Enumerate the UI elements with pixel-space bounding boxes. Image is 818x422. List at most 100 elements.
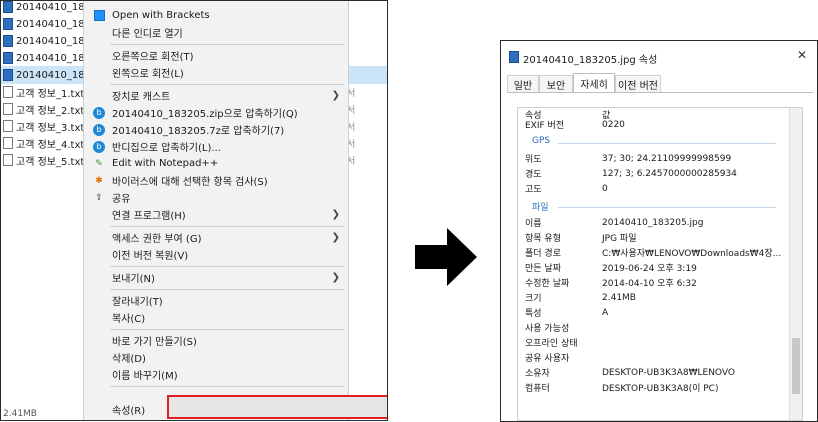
file-list-item[interactable]: 고객 정보_4.txt [1, 135, 84, 151]
scrollbar[interactable] [789, 108, 802, 420]
menu-item[interactable]: Open with Brackets [84, 7, 348, 24]
menu-item-icon-slot [93, 295, 105, 307]
menu-item[interactable]: ✱ 바이러스에 대해 선택한 항목 검사(S) [84, 172, 348, 189]
menu-item[interactable]: b 반디집으로 압축하기(L)... [84, 138, 348, 155]
menu-item[interactable]: 액세스 권한 부여 (G) ❯ [84, 229, 348, 246]
menu-item-label: 오른쪽으로 회전(T) [112, 52, 194, 63]
menu-item-label: Open with Brackets [112, 10, 210, 21]
menu-item-label: 이름 바꾸기(M) [112, 371, 178, 382]
menu-item-properties[interactable]: 속성(R) [84, 401, 348, 418]
menu-item-icon-slot [93, 335, 105, 347]
bandizip-icon: b [93, 106, 105, 119]
menu-item-icon-slot [93, 90, 105, 102]
file-name: 20140410_183 [16, 18, 91, 30]
menu-separator [110, 266, 344, 267]
property-value: 2014-04-10 오후 6:32 [602, 279, 697, 289]
menu-item[interactable]: 삭제(D) [84, 349, 348, 366]
menu-item[interactable]: 다른 인디로 열기 [84, 24, 348, 41]
brackets-icon [93, 10, 105, 21]
property-value: 37; 30; 24.21109999998599 [602, 153, 732, 164]
file-list-item[interactable]: 20140410_183 [1, 1, 91, 15]
menu-item-icon-slot [93, 352, 105, 364]
scrollbar-thumb[interactable] [792, 338, 800, 394]
menu-item-label: 장치로 캐스트 [112, 92, 171, 103]
property-value: 2.41MB [602, 292, 636, 303]
notepad-plus-plus-icon: ✎ [95, 158, 103, 169]
property-value: 0 [602, 183, 608, 194]
menu-item[interactable]: 이름 바꾸기(M) [84, 366, 348, 383]
menu-item[interactable]: 연결 프로그램(H) ❯ [84, 206, 348, 223]
file-list-item[interactable]: 20140410_183 [1, 50, 91, 66]
text-file-icon [3, 137, 13, 149]
close-icon[interactable]: ✕ [797, 48, 807, 62]
chevron-right-icon: ❯ [331, 209, 340, 220]
properties-dialog: 20140410_183205.jpg 속성 ✕ 일반 보안 자세히 이전 버전 속성… [500, 40, 818, 422]
menu-item-label: Edit with Notepad++ [112, 158, 219, 169]
menu-item-icon-slot [93, 27, 105, 39]
menu-item-icon-slot: b [93, 106, 105, 119]
menu-separator [110, 386, 344, 387]
bandizip-icon: b [93, 140, 105, 153]
menu-item[interactable]: 바로 가기 만들기(S) [84, 332, 348, 349]
property-value: C:₩사용자₩LENOVO₩Downloads₩4장... [602, 249, 782, 259]
menu-separator [110, 289, 344, 290]
property-name: 사용 가능성 [525, 324, 570, 334]
menu-item-label: 복사(C) [112, 314, 146, 325]
menu-item[interactable]: ⇪ 공유 [84, 189, 348, 206]
property-value: 2019-06-24 오후 3:19 [602, 264, 697, 274]
group-divider [558, 207, 776, 208]
chevron-right-icon: ❯ [331, 272, 340, 283]
image-file-icon [3, 69, 13, 81]
menu-item-label: 바이러스에 대해 선택한 항목 검사(S) [112, 177, 268, 188]
menu-item-icon-slot: ✎ [93, 158, 105, 170]
menu-item[interactable]: b 20140410_183205.zip으로 압축하기(Q) [84, 104, 348, 121]
tab-previous-versions[interactable]: 이전 버전 [615, 75, 661, 92]
menu-item[interactable]: 복사(C) [84, 309, 348, 326]
image-file-icon [3, 52, 13, 64]
property-name: 공유 사용자 [525, 354, 570, 364]
dialog-title: 20140410_183205.jpg 속성 [523, 55, 658, 66]
file-name: 고객 정보_3.txt [16, 122, 85, 134]
file-list-item[interactable]: 20140410_183 [1, 16, 91, 32]
property-name: 고도 [525, 185, 542, 195]
menu-item-icon-slot [93, 232, 105, 244]
menu-item-label: 반디집으로 압축하기(L)... [112, 143, 221, 154]
tab-security[interactable]: 보안 [539, 75, 573, 92]
tab-details[interactable]: 자세히 [573, 73, 615, 93]
file-name: 20140410_183 [16, 1, 91, 13]
property-name: EXIF 버전 [525, 121, 565, 131]
menu-item[interactable]: 보내기(N) ❯ [84, 269, 348, 286]
menu-item[interactable]: 왼쪽으로 회전(L) [84, 64, 348, 81]
property-group-heading: GPS [532, 136, 551, 146]
menu-item[interactable]: 장치로 캐스트 ❯ [84, 87, 348, 104]
menu-item[interactable]: 이전 버전 복원(V) [84, 246, 348, 263]
property-name: 수정한 날짜 [525, 279, 570, 289]
file-name: 20140410_183 [16, 52, 91, 64]
file-list-item[interactable]: 고객 정보_3.txt [1, 118, 84, 134]
file-list-item[interactable]: 20140410_182 [1, 67, 91, 83]
file-list-item[interactable]: 고객 정보_5.txt [1, 152, 84, 168]
property-name: 이름 [525, 219, 542, 229]
properties-list: 속성 값 EXIF 버전 0220 GPS 위도 37; 30; 24.2110999999… [517, 107, 803, 421]
property-value: 127; 3; 6.2457000000285934 [602, 168, 737, 179]
property-name: 크기 [525, 294, 542, 304]
file-list-item[interactable]: 20140410_183 [1, 33, 91, 49]
property-name: 컴퓨터 [525, 384, 550, 394]
tab-general[interactable]: 일반 [507, 75, 539, 92]
chevron-right-icon: ❯ [331, 90, 340, 101]
file-list-item[interactable]: 고객 정보_2.txt [1, 101, 84, 117]
file-list-item[interactable]: 고객 정보_1.txt [1, 84, 84, 100]
menu-item[interactable]: 잘라내기(T) [84, 292, 348, 309]
menu-item[interactable]: b 20140410_183205.7z로 압축하기(7) [84, 121, 348, 138]
property-value: DESKTOP-UB3K3A8(이 PC) [602, 384, 719, 394]
image-file-icon [3, 18, 13, 30]
menu-item-icon-slot [93, 67, 105, 79]
menu-item[interactable]: 오른쪽으로 회전(T) [84, 47, 348, 64]
bandizip-icon: b [93, 123, 105, 136]
menu-item[interactable]: ✎ Edit with Notepad++ [84, 155, 348, 172]
property-name: 폴더 경로 [525, 249, 561, 259]
menu-item-label: 액세스 권한 부여 (G) [112, 234, 202, 245]
menu-item-icon-slot [93, 272, 105, 284]
menu-separator [110, 84, 344, 85]
menu-item-icon-slot [93, 369, 105, 381]
